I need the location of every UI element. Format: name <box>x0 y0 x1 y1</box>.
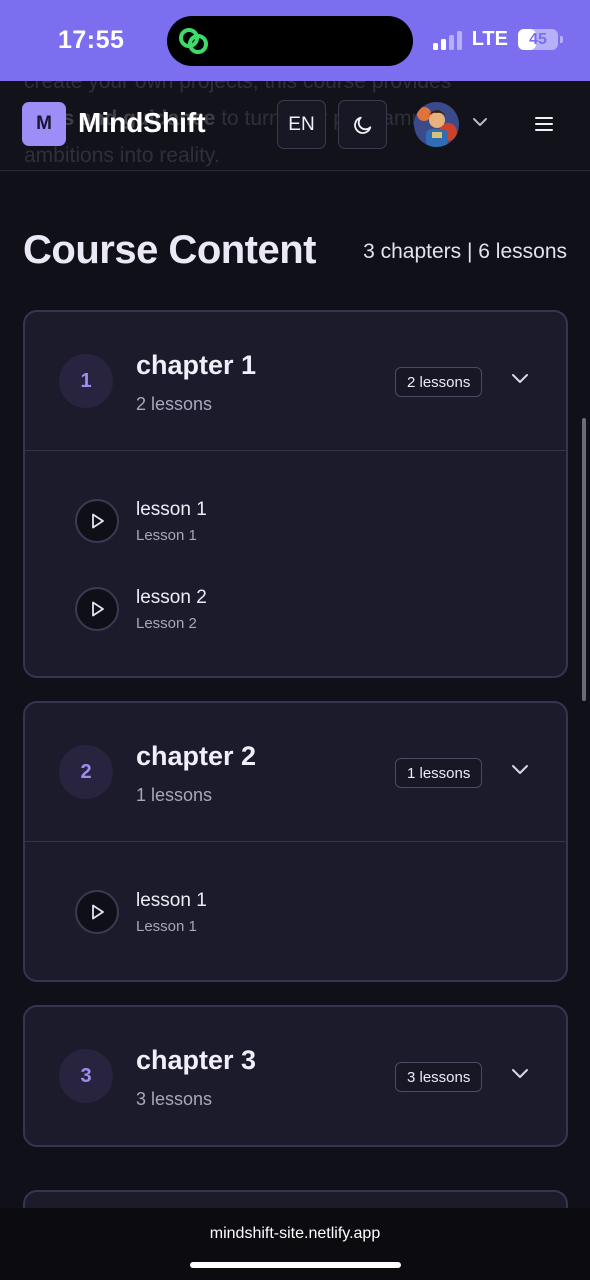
chevron-down-icon[interactable] <box>511 373 529 385</box>
chapter-lessons: lesson 1 Lesson 1 <box>25 841 566 956</box>
battery-level: 45 <box>529 30 547 48</box>
chapter-lesson-count: 3 lessons <box>136 1089 213 1109</box>
lessons-badge: 3 lessons <box>395 1062 483 1092</box>
chapter-number: 3 <box>59 1049 113 1103</box>
play-icon <box>92 904 104 920</box>
network-type: LTE <box>471 28 508 50</box>
battery-icon: 45 <box>518 29 563 50</box>
course-summary: 3 chapters | 6 lessons <box>363 240 567 263</box>
site-header: create your own projects, this course pr… <box>0 81 590 171</box>
play-button[interactable] <box>75 499 119 543</box>
user-avatar[interactable] <box>414 102 459 147</box>
theme-toggle-button[interactable] <box>338 100 387 149</box>
language-label: EN <box>288 113 315 135</box>
lesson-subtitle: Lesson 2 <box>136 615 197 632</box>
lesson-title: lesson 1 <box>136 890 207 911</box>
lessons-badge: 1 lessons <box>395 758 483 788</box>
chevron-down-icon[interactable] <box>511 764 529 776</box>
play-button[interactable] <box>75 587 119 631</box>
lesson-subtitle: Lesson 1 <box>136 527 197 544</box>
play-icon <box>92 513 104 529</box>
site-name[interactable]: MindShift <box>78 107 206 139</box>
url-bar[interactable]: mindshift-site.netlify.app <box>0 1225 590 1243</box>
play-button[interactable] <box>75 890 119 934</box>
moon-icon <box>353 116 371 134</box>
status-indicators: LTE 45 <box>432 28 563 51</box>
chapter-card: 1 chapter 1 2 lessons 2 lessons lesson 1… <box>23 310 568 678</box>
avatar-image <box>414 102 459 147</box>
dynamic-island <box>167 16 413 66</box>
chapter-title: chapter 1 <box>136 350 257 380</box>
chapter-card: 2 chapter 2 1 lessons 1 lessons lesson 1… <box>23 701 568 982</box>
logo-icon[interactable]: M <box>22 102 66 146</box>
chapter-header[interactable]: 2 chapter 2 1 lessons 1 lessons <box>25 703 566 841</box>
logo-letter: M <box>36 113 52 134</box>
chapter-title: chapter 3 <box>136 1045 257 1075</box>
lesson-item[interactable]: lesson 1 Lesson 1 <box>25 477 566 565</box>
chapter-lessons: lesson 1 Lesson 1 lesson 2 Lesson 2 <box>25 450 566 653</box>
chapter-number: 1 <box>59 354 113 408</box>
chapter-lesson-count: 1 lessons <box>136 785 213 805</box>
home-indicator[interactable] <box>190 1262 401 1268</box>
lesson-item[interactable]: lesson 1 Lesson 1 <box>25 868 566 956</box>
lesson-title: lesson 2 <box>136 587 207 608</box>
status-time: 17:55 <box>58 26 125 54</box>
chapter-header[interactable]: 3 chapter 3 3 lessons 3 lessons <box>25 1007 566 1145</box>
lesson-subtitle: Lesson 1 <box>136 918 197 935</box>
chapter-number: 2 <box>59 745 113 799</box>
signal-strength-icon <box>432 30 462 50</box>
chapter-header[interactable]: 1 chapter 1 2 lessons 2 lessons <box>25 312 566 450</box>
chapter-title: chapter 2 <box>136 741 257 771</box>
lessons-badge: 2 lessons <box>395 367 483 397</box>
chapter-card: 3 chapter 3 3 lessons 3 lessons <box>23 1005 568 1147</box>
scrollbar[interactable] <box>582 418 586 701</box>
browser-bottom-bar: mindshift-site.netlify.app <box>0 1208 590 1280</box>
course-content-title: Course Content <box>23 228 317 272</box>
language-button[interactable]: EN <box>277 100 326 149</box>
play-icon <box>92 601 104 617</box>
chevron-down-icon[interactable] <box>472 117 488 127</box>
chapter-lesson-count: 2 lessons <box>136 394 213 414</box>
lesson-item[interactable]: lesson 2 Lesson 2 <box>25 565 566 653</box>
status-bar: 17:55 LTE 45 <box>0 0 590 81</box>
lesson-title: lesson 1 <box>136 499 207 520</box>
chevron-down-icon[interactable] <box>511 1068 529 1080</box>
hamburger-icon[interactable] <box>534 116 554 132</box>
link-icon <box>179 28 208 54</box>
